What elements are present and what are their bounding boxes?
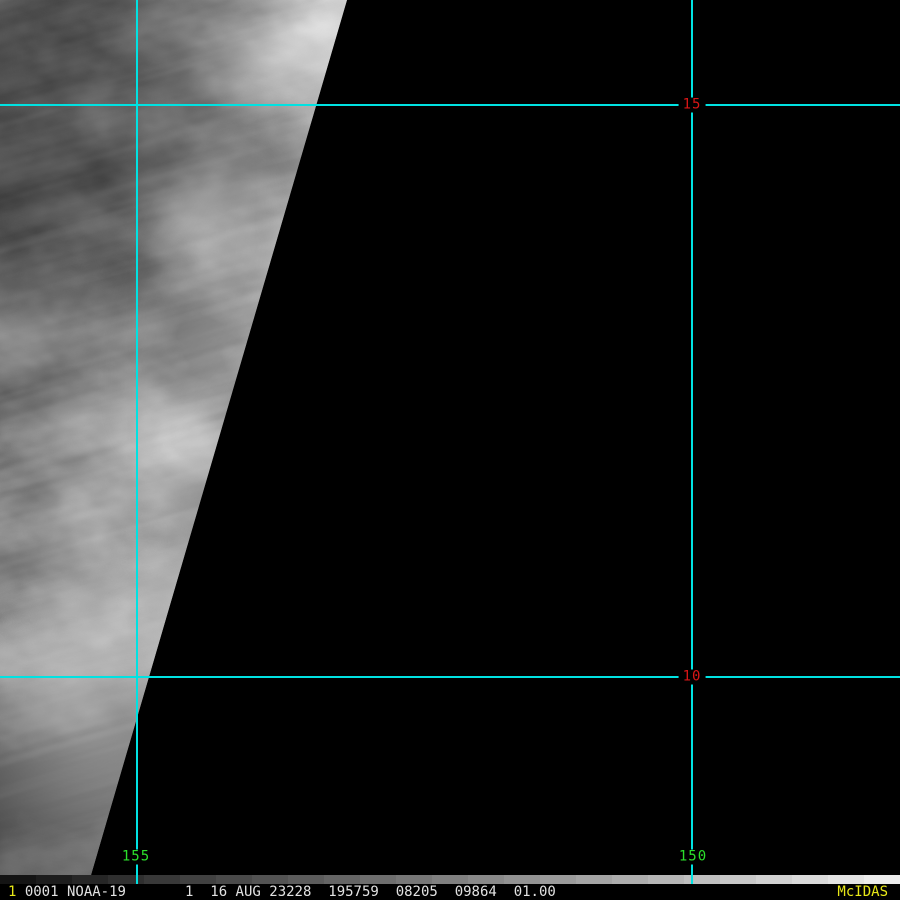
satellite-cloud-imagery	[0, 0, 347, 875]
latitude-label-15: 15	[678, 97, 706, 113]
mcidas-display-window: 15 10 155 150 1 0001 NOAA-19 1 16 AUG 23…	[0, 0, 900, 900]
image-info-text: 0001 NOAA-19 1 16 AUG 23228 195759 08205…	[24, 884, 556, 900]
longitude-gridline-150	[691, 0, 693, 884]
mcidas-brand-label: McIDAS	[837, 884, 888, 900]
status-bar: 1 0001 NOAA-19 1 16 AUG 23228 195759 082…	[0, 884, 900, 900]
latitude-label-10: 10	[678, 669, 706, 685]
grayscale-colorbar	[0, 875, 900, 884]
longitude-gridline-155	[136, 0, 138, 884]
satellite-image-canvas[interactable]	[0, 0, 900, 875]
latitude-gridline-15	[0, 104, 900, 106]
longitude-label-155: 155	[117, 849, 155, 865]
longitude-label-150: 150	[674, 849, 712, 865]
latitude-gridline-10	[0, 676, 900, 678]
frame-number: 1	[8, 884, 17, 900]
